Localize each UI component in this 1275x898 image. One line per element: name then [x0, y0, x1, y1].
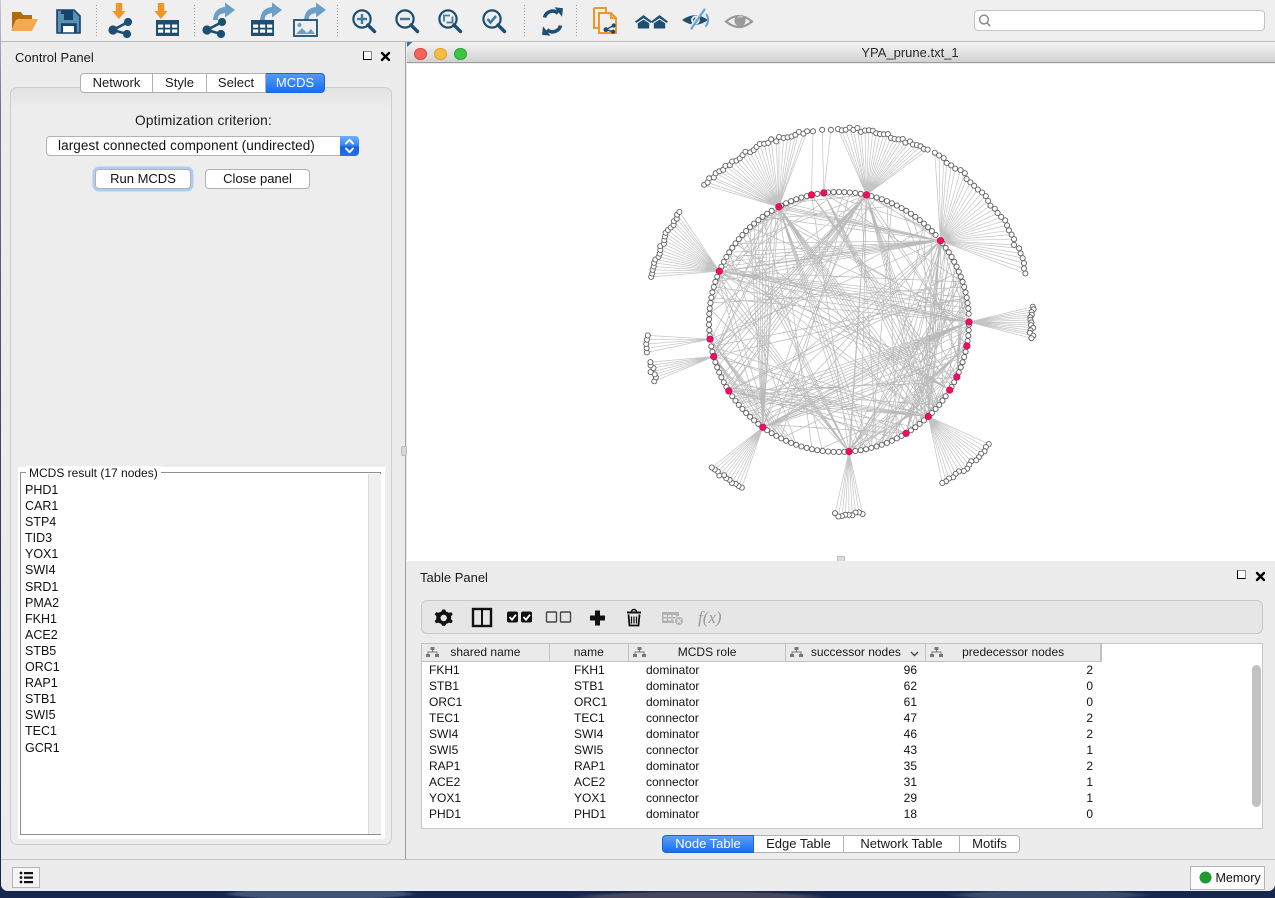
svg-text:f(x): f(x) [698, 608, 722, 627]
